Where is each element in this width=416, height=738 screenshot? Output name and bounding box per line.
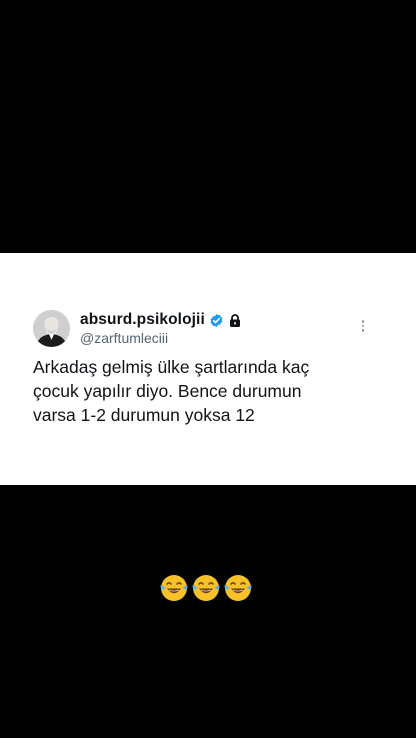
tears-of-joy-emoji-icon (192, 575, 220, 601)
author-name[interactable]: absurd.psikolojii (80, 311, 205, 329)
verified-icon (210, 313, 223, 327)
author-row: absurd.psikolojii (80, 311, 241, 329)
author-handle[interactable]: @zarftumleciii (80, 330, 168, 346)
caption-emojis (159, 573, 253, 603)
lock-icon (229, 313, 240, 327)
tears-of-joy-emoji-icon (160, 575, 188, 601)
avatar-image (33, 310, 70, 347)
profile-avatar[interactable] (33, 310, 70, 347)
tears-of-joy-emoji-icon (224, 575, 252, 601)
more-options-icon[interactable] (356, 316, 370, 336)
tweet-text: Arkadaş gelmiş ülke şartlarında kaç çocu… (33, 355, 378, 427)
tweet-text-line: varsa 1-2 durumun yoksa 12 (33, 405, 255, 425)
tweet-text-line: çocuk yapılır diyo. Bence durumun (33, 381, 302, 401)
tweet-text-line: Arkadaş gelmiş ülke şartlarında kaç (33, 357, 310, 377)
